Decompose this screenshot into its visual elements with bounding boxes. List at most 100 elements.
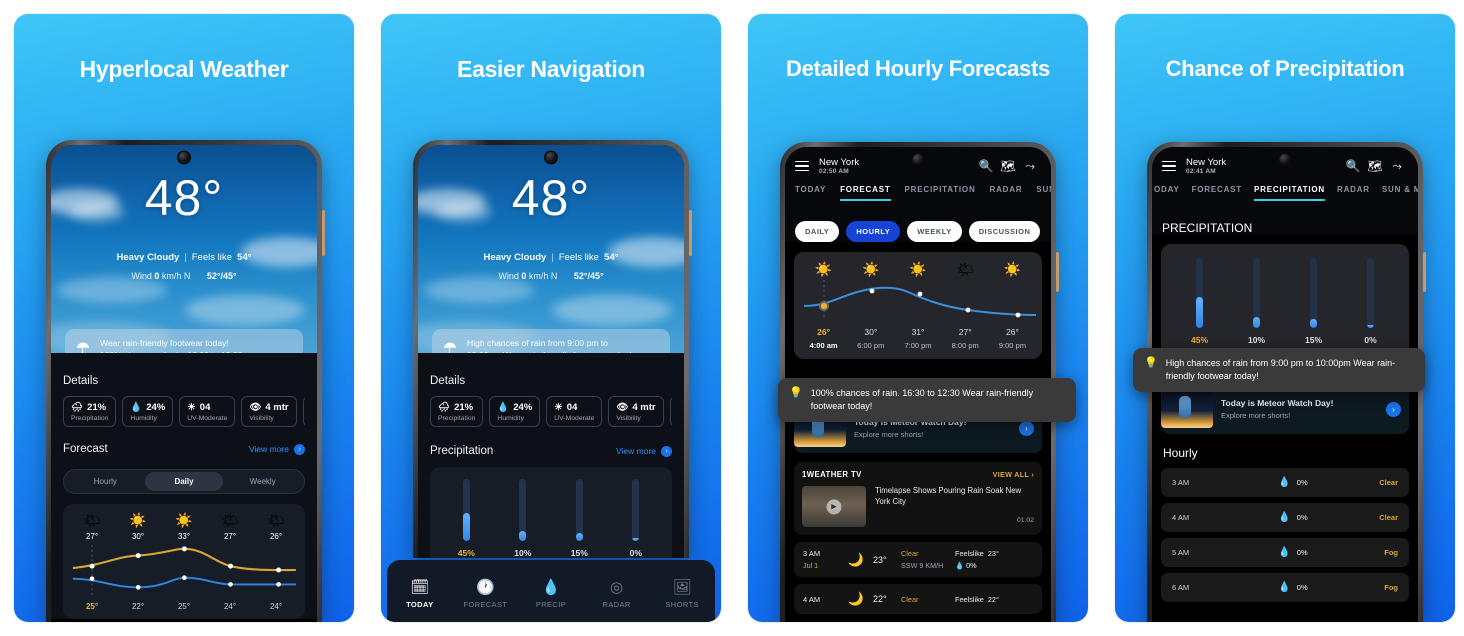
chevron-right-icon[interactable]: ›	[1019, 420, 1034, 436]
detail-chip-precipitation[interactable]: 🌧 21% Precipitation	[430, 396, 484, 427]
table-row[interactable]: 3 AM Jul 1 🌙 23° Clear SSW 9 KM/H Feelsl…	[794, 542, 1042, 578]
forecast-view-more[interactable]: View more ›	[249, 443, 305, 455]
map-icon[interactable]: 🗺	[997, 159, 1019, 173]
condition-line: Heavy Cloudy | Feels like 54°	[418, 252, 684, 263]
tab-radar[interactable]: RADAR	[990, 185, 1023, 199]
phone-screen-1: 48° Heavy Cloudy | Feels like 54° Wind 0 k…	[51, 145, 317, 622]
tv-thumbnail[interactable]: ▶	[802, 486, 866, 528]
hourly-time: 7:00 pm	[904, 341, 932, 350]
tab-precipitation[interactable]: PRECIPITATION	[905, 185, 976, 199]
nav-item-shorts[interactable]: 🖼 SHORTS	[649, 580, 715, 609]
chip-value: 4 mtr	[632, 402, 656, 413]
chip-value: 24%	[513, 402, 533, 413]
list-item[interactable]: 3 AM 💧 0% Clear	[1161, 468, 1409, 497]
precip-view-more[interactable]: View more ›	[616, 445, 672, 457]
location-block[interactable]: New York 02:50 AM	[819, 157, 859, 175]
list-item[interactable]: 4 AM 💧 0% Clear	[1161, 503, 1409, 532]
segment-hourly[interactable]: Hourly	[66, 472, 145, 491]
detail-chip-overflow[interactable]	[669, 396, 672, 427]
tab-sun[interactable]: SUN	[1036, 185, 1051, 199]
phone-mock-1: 48° Heavy Cloudy | Feels like 54° Wind 0 k…	[46, 140, 325, 622]
tv-body[interactable]: ▶ Timelapse Shows Pouring Rain Soak New …	[802, 486, 1034, 528]
precip-bar-row: 45% NOW 10% EVE 15% NIGHT	[1171, 258, 1399, 357]
front-camera-icon	[178, 152, 190, 163]
detail-chip-precipitation[interactable]: 🌧 21% Precipitation	[63, 396, 117, 427]
current-temperature: 48°	[144, 170, 224, 226]
detail-chip-humidity[interactable]: 💧 24% Humidity	[122, 396, 174, 427]
forecast-title: Forecast	[63, 443, 108, 455]
precip-bar-eve: 10% EVE	[1228, 258, 1285, 357]
detail-chip-visibility[interactable]: 👁 4 mtr Visibility	[241, 396, 297, 427]
nav-item-forecast[interactable]: 🕐 FORECAST	[453, 580, 519, 609]
hamburger-icon[interactable]	[795, 158, 809, 175]
search-icon[interactable]: 🔍	[1342, 159, 1364, 173]
tab-today[interactable]: ODAY	[1154, 185, 1180, 199]
location-block[interactable]: New York 02:41 AM	[1186, 157, 1226, 175]
segment-weekly[interactable]: Weekly	[223, 472, 302, 491]
rain-cloud-icon: 🌧	[71, 402, 84, 413]
precip-percent: 15%	[570, 548, 588, 558]
moon-icon: 🌙	[847, 591, 865, 607]
rain-tooltip-4[interactable]: 💡 High chances of rain from 9:00 pm to 1…	[1133, 348, 1425, 393]
tab-sun-moon[interactable]: SUN & M	[1382, 185, 1418, 199]
sun-icon: ☀️	[175, 512, 193, 528]
detail-chip-uv[interactable]: ☀ 04 UV-Moderate	[546, 396, 603, 427]
row-feelslike: Feelslike 22°	[955, 594, 999, 604]
alert-line-2: 100% chances of rain. 16:30 to 12:30	[100, 349, 242, 353]
row-date: Jul 1	[803, 561, 819, 571]
tv-header: 1WEATHER TV VIEW ALL ›	[802, 470, 1034, 479]
rain-tooltip-3[interactable]: 💡 100% chances of rain. 16:30 to 12:30 W…	[778, 378, 1076, 423]
hamburger-icon[interactable]	[1162, 158, 1176, 175]
high-low: 52°/45°	[573, 271, 604, 281]
panel-2-title: Easier Navigation	[457, 55, 645, 82]
list-item[interactable]: 6 AM 💧 0% Fog	[1161, 573, 1409, 602]
precip-tube	[632, 479, 640, 541]
sun-cloud-icon: 🌤	[956, 261, 975, 277]
detail-chip-overflow[interactable]	[302, 396, 305, 427]
bottom-navigation-bar[interactable]: 🗓 TODAY 🕐 FORECAST 💧 PRECIP ◎ RADAR 🖼 SH…	[387, 560, 715, 622]
forecast-low: 25°	[85, 602, 99, 611]
forecast-segmented-control[interactable]: Hourly Daily Weekly	[63, 469, 305, 494]
search-icon[interactable]: 🔍	[975, 159, 997, 173]
nav-item-today[interactable]: 🗓 TODAY	[387, 580, 453, 609]
tab-bar-4[interactable]: ODAY FORECAST PRECIPITATION RADAR SUN & …	[1152, 185, 1418, 211]
nav-item-precip[interactable]: 💧 PRECIP	[518, 580, 584, 609]
tv-view-all[interactable]: VIEW ALL ›	[993, 470, 1034, 479]
rain-alert-card-1[interactable]: Wear rain-friendly footwear today! 100% …	[65, 328, 303, 353]
pill-discussion[interactable]: DISCUSSION	[968, 221, 1041, 242]
detail-chip-uv[interactable]: ☀ 04 UV-Moderate	[179, 396, 236, 427]
nav-item-radar[interactable]: ◎ RADAR	[584, 580, 650, 609]
row-time: 5 AM	[1172, 548, 1190, 557]
chevron-right-icon[interactable]: ›	[1386, 401, 1401, 417]
pill-weekly[interactable]: WEEKLY	[907, 221, 962, 242]
precip-bar-night: 15% NIGHT	[551, 479, 608, 558]
view-more-label: View more	[616, 446, 656, 456]
list-item[interactable]: 5 AM 💧 0% Fog	[1161, 538, 1409, 567]
pill-filter-row[interactable]: DAILY HOURLY WEEKLY DISCUSSION	[785, 211, 1051, 242]
row-condition: Fog	[1384, 548, 1398, 557]
segment-daily[interactable]: Daily	[144, 472, 224, 491]
share-icon[interactable]: ⤳	[1386, 159, 1408, 174]
nav-label: FORECAST	[463, 599, 508, 609]
tab-bar-3[interactable]: TODAY FORECAST PRECIPITATION RADAR SUN	[785, 185, 1051, 211]
detail-chip-visibility[interactable]: 👁 4 mtr Visibility	[608, 396, 664, 427]
weather-hero-2: 48° Heavy Cloudy | Feels like 54° Wind 0 k…	[418, 145, 684, 353]
separator: |	[551, 252, 554, 263]
tab-today[interactable]: TODAY	[795, 185, 826, 199]
share-icon[interactable]: ⤳	[1019, 159, 1041, 174]
detail-chip-humidity[interactable]: 💧 24% Humidity	[489, 396, 541, 427]
table-row[interactable]: 4 AM 🌙 22° Clear Feelslike 22°	[794, 584, 1042, 615]
nav-label: PRECIP	[535, 599, 567, 609]
tab-radar[interactable]: RADAR	[1337, 185, 1370, 199]
tab-precipitation[interactable]: PRECIPITATION	[1254, 185, 1325, 201]
pill-hourly[interactable]: HOURLY	[846, 221, 901, 242]
map-icon[interactable]: 🗺	[1364, 159, 1386, 173]
hourly-time: 4:00 am	[809, 341, 838, 350]
precip-bar-thu-mor: 0% THU MOR	[608, 479, 665, 558]
rain-alert-card-2[interactable]: High chances of rain from 9:00 pm to 10:…	[432, 328, 670, 353]
tab-forecast[interactable]: FORECAST	[1192, 185, 1242, 199]
play-icon[interactable]: ▶	[826, 499, 842, 515]
tab-forecast[interactable]: FORECAST	[840, 185, 891, 201]
precip-percent: 45%	[1190, 335, 1208, 345]
pill-daily[interactable]: DAILY	[795, 221, 840, 242]
